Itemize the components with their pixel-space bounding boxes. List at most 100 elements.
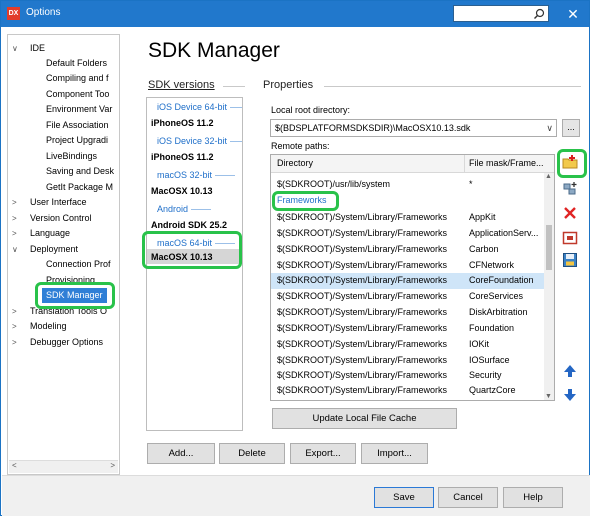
import-button[interactable]: Import... bbox=[361, 443, 428, 464]
cell-directory: $(SDKROOT)/System/Library/Frameworks bbox=[277, 323, 448, 333]
properties-heading: Properties bbox=[263, 79, 314, 91]
cell-directory: $(SDKROOT)/System/Library/Frameworks bbox=[277, 275, 448, 285]
table-row[interactable]: $(SDKROOT)/System/Library/Frameworks IOK… bbox=[271, 337, 546, 353]
cell-file-mask: ApplicationServ... bbox=[469, 228, 539, 238]
platform-group-label: iOS Device 32-bit bbox=[157, 134, 242, 148]
add-button[interactable]: Add... bbox=[147, 443, 215, 464]
title-search-input[interactable] bbox=[453, 5, 549, 22]
add-path-icon[interactable] bbox=[562, 154, 578, 170]
local-root-combobox[interactable]: $(BDSPLATFORMSDKSDIR)\MacOSX10.13.sdk ∨ bbox=[270, 119, 557, 137]
chevron-right-icon[interactable]: > bbox=[12, 335, 22, 350]
cell-file-mask: Security bbox=[469, 370, 502, 380]
scroll-left-icon[interactable]: < bbox=[12, 461, 17, 470]
scroll-thumb[interactable] bbox=[546, 225, 552, 270]
table-row[interactable]: $(SDKROOT)/System/Library/Frameworks Cor… bbox=[271, 289, 546, 305]
scroll-right-icon[interactable]: > bbox=[110, 461, 115, 470]
chevron-right-icon[interactable]: > bbox=[12, 195, 22, 210]
cell-directory: $(SDKROOT)/usr/lib/system bbox=[277, 179, 391, 189]
table-row[interactable]: $(SDKROOT)/System/Library/Frameworks Fou… bbox=[271, 321, 546, 337]
cell-file-mask: IOSurface bbox=[469, 355, 510, 365]
local-root-value: $(BDSPLATFORMSDKSDIR)\MacOSX10.13.sdk bbox=[275, 123, 471, 133]
cell-directory: $(SDKROOT)/System/Library/Frameworks bbox=[277, 307, 448, 317]
column-header-file-mask[interactable]: File mask/Frame... bbox=[469, 158, 544, 168]
cell-directory: $(SDKROOT)/System/Library/Frameworks bbox=[277, 244, 448, 254]
tree-item-livebindings[interactable]: LiveBindings bbox=[46, 149, 97, 164]
tree-item-default-folders[interactable]: Default Folders bbox=[46, 56, 107, 71]
sdk-version-item-selected[interactable]: MacOSX 10.13 bbox=[151, 250, 213, 264]
tree-horizontal-scrollbar[interactable]: < > bbox=[9, 460, 118, 473]
update-local-file-cache-button[interactable]: Update Local File Cache bbox=[272, 408, 457, 429]
tree-item-getit[interactable]: GetIt Package M bbox=[46, 180, 113, 195]
tree-item-connection-profiles[interactable]: Connection Prof bbox=[46, 257, 111, 272]
table-row[interactable]: $(SDKROOT)/usr/lib/system * bbox=[271, 177, 546, 193]
cell-directory: $(SDKROOT)/System/Library/Frameworks bbox=[277, 339, 448, 349]
column-separator bbox=[464, 155, 465, 173]
chevron-right-icon[interactable]: > bbox=[12, 211, 22, 226]
scroll-up-icon[interactable]: ▲ bbox=[545, 173, 552, 180]
tree-item-label: Modeling bbox=[30, 321, 67, 331]
column-header-directory[interactable]: Directory bbox=[277, 158, 313, 168]
sdk-version-item[interactable]: MacOSX 10.13 bbox=[151, 184, 213, 198]
chevron-right-icon[interactable]: > bbox=[12, 304, 22, 319]
sdk-version-item[interactable]: Android SDK 25.2 bbox=[151, 218, 227, 232]
tree-item-compiling[interactable]: Compiling and f bbox=[46, 71, 109, 86]
table-row[interactable]: $(SDKROOT)/System/Library/Frameworks Dis… bbox=[271, 305, 546, 321]
chevron-right-icon[interactable]: > bbox=[12, 226, 22, 241]
tree-item-component-tools[interactable]: Component Too bbox=[46, 87, 109, 102]
table-row[interactable]: $(SDKROOT)/System/Library/Frameworks CFN… bbox=[271, 258, 546, 274]
platform-group-label: macOS 32-bit bbox=[157, 168, 235, 182]
close-button[interactable]: ✕ bbox=[563, 4, 583, 24]
delete-icon[interactable] bbox=[562, 205, 578, 221]
section-divider bbox=[223, 86, 245, 87]
delete-button[interactable]: Delete bbox=[219, 443, 285, 464]
tree-item-project-upgrading[interactable]: Project Upgradi bbox=[46, 133, 108, 148]
sdk-version-item[interactable]: iPhoneOS 11.2 bbox=[151, 116, 214, 130]
tree-item-saving[interactable]: Saving and Desk bbox=[46, 164, 114, 179]
chevron-down-icon[interactable]: ∨ bbox=[12, 41, 22, 56]
grid-vertical-scrollbar[interactable]: ▲ ▼ bbox=[544, 173, 554, 400]
sdk-version-item[interactable]: iPhoneOS 11.2 bbox=[151, 150, 214, 164]
move-down-icon[interactable] bbox=[562, 387, 578, 403]
import-icon[interactable] bbox=[562, 230, 578, 246]
table-group-row[interactable]: Frameworks bbox=[271, 193, 546, 209]
table-row[interactable]: $(SDKROOT)/System/Library/Frameworks App… bbox=[271, 210, 546, 226]
chevron-down-icon[interactable]: ∨ bbox=[12, 242, 22, 257]
cell-file-mask: Foundation bbox=[469, 323, 515, 333]
options-window: DX Options ✕ ∨ IDE Default Folders Compi… bbox=[0, 0, 590, 516]
cell-file-mask: CoreFoundation bbox=[469, 275, 534, 285]
scroll-down-icon[interactable]: ▼ bbox=[545, 393, 552, 400]
browse-button[interactable]: ... bbox=[562, 119, 580, 137]
tree-item-sdk-manager[interactable]: SDK Manager bbox=[42, 288, 107, 303]
table-row[interactable]: $(SDKROOT)/System/Library/Frameworks App… bbox=[271, 226, 546, 242]
help-button[interactable]: Help bbox=[503, 487, 563, 508]
cancel-button[interactable]: Cancel bbox=[438, 487, 498, 508]
cell-file-mask: IOKit bbox=[469, 339, 490, 349]
remote-paths-grid: Directory File mask/Frame... $(SDKROOT)/… bbox=[270, 154, 555, 401]
add-framework-icon[interactable] bbox=[562, 181, 578, 197]
window-title: Options bbox=[26, 7, 61, 18]
chevron-down-icon[interactable]: ∨ bbox=[546, 120, 553, 136]
save-icon[interactable] bbox=[562, 252, 578, 268]
table-row[interactable]: $(SDKROOT)/System/Library/Frameworks Qua… bbox=[271, 383, 546, 399]
page-title: SDK Manager bbox=[148, 39, 280, 62]
move-up-icon[interactable] bbox=[562, 363, 578, 379]
group-label-frameworks: Frameworks bbox=[277, 195, 327, 205]
tree-item-label: Version Control bbox=[30, 213, 92, 223]
tree-item-provisioning[interactable]: Provisioning bbox=[46, 273, 95, 288]
cell-file-mask: DiskArbitration bbox=[469, 307, 528, 317]
tree-item-file-association[interactable]: File Association bbox=[46, 118, 109, 133]
local-root-label: Local root directory: bbox=[271, 105, 351, 115]
table-row[interactable]: $(SDKROOT)/System/Library/Frameworks IOS… bbox=[271, 353, 546, 369]
tree-item-environment-variables[interactable]: Environment Var bbox=[46, 102, 112, 117]
dialog-button-bar bbox=[2, 475, 590, 516]
cell-directory: $(SDKROOT)/System/Library/Frameworks bbox=[277, 212, 448, 222]
table-row[interactable]: $(SDKROOT)/System/Library/Frameworks Sec… bbox=[271, 368, 546, 384]
save-button[interactable]: Save bbox=[374, 487, 434, 508]
table-row-selected[interactable]: $(SDKROOT)/System/Library/Frameworks Cor… bbox=[271, 273, 546, 289]
cell-directory: $(SDKROOT)/System/Library/Frameworks bbox=[277, 385, 448, 395]
chevron-right-icon[interactable]: > bbox=[12, 319, 22, 334]
platform-group-label: Android bbox=[157, 202, 211, 216]
export-button[interactable]: Export... bbox=[290, 443, 356, 464]
table-row[interactable]: $(SDKROOT)/System/Library/Frameworks Car… bbox=[271, 242, 546, 258]
tree-item-label: Deployment bbox=[30, 244, 79, 254]
